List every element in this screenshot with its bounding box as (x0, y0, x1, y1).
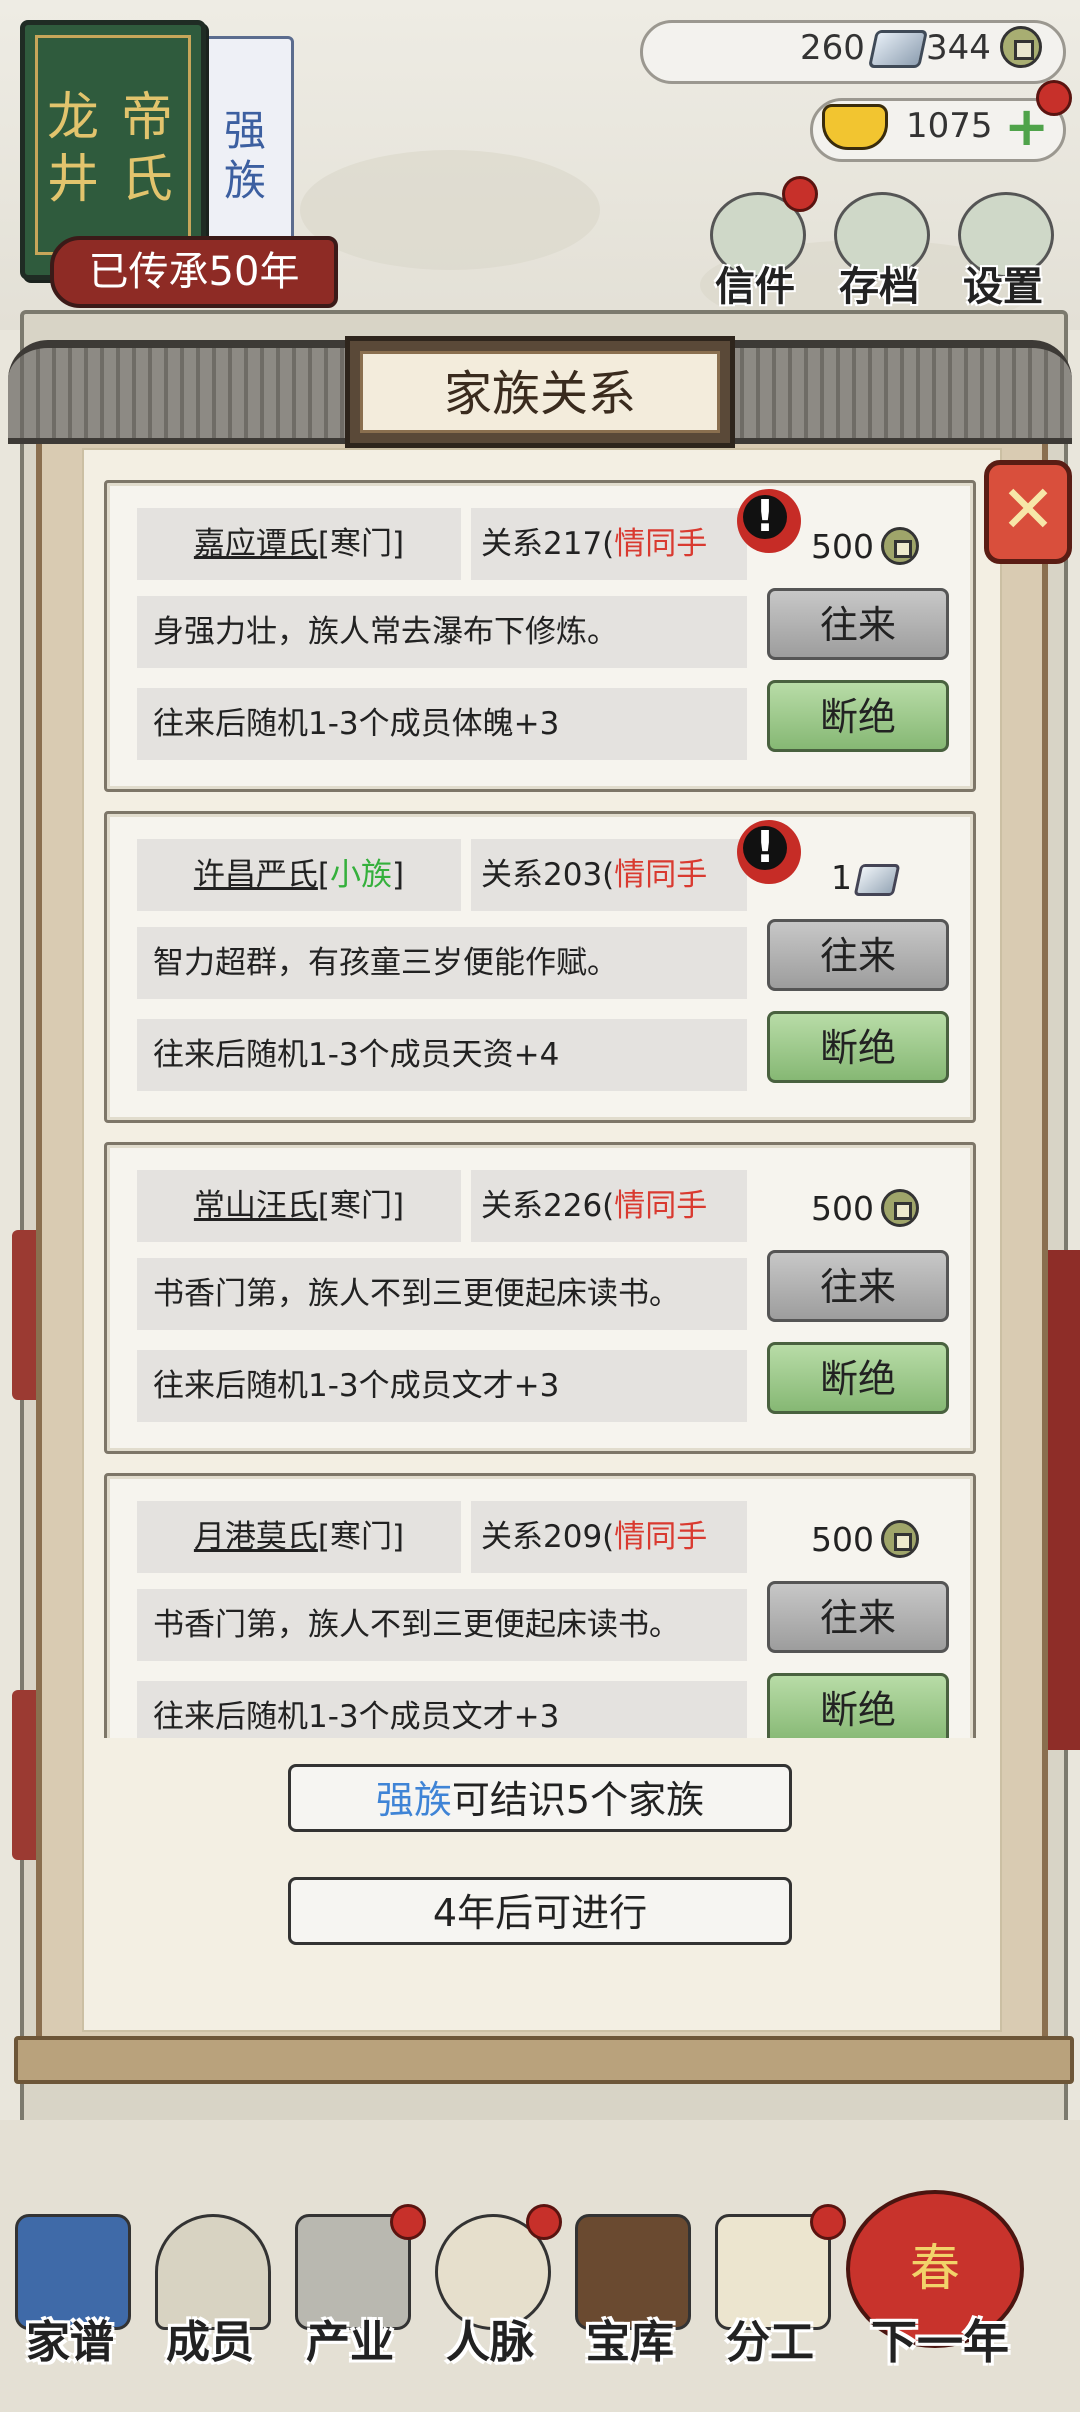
family-name-char: 龙 (46, 88, 99, 148)
nav-division[interactable]: 分工 (700, 2214, 840, 2394)
sever-button[interactable]: 断绝 (767, 1011, 949, 1083)
sever-button[interactable]: 断绝 (767, 1342, 949, 1414)
nav-network[interactable]: 人脉 (420, 2214, 560, 2394)
notification-dot (526, 2204, 562, 2240)
next-year-button[interactable]: 下一年 (840, 2306, 1040, 2372)
relation-cell: 关系209(情同手足) (471, 1501, 747, 1627)
cost-amount: 500 (811, 1520, 874, 1559)
notification-dot (810, 2204, 846, 2240)
settings-button[interactable]: 设置 (948, 192, 1058, 312)
interact-bonus: 往来后随机1-3个成员文才+3 (137, 1350, 747, 1422)
settings-label: 设置 (963, 264, 1043, 310)
coin-icon (881, 1520, 919, 1558)
letters-label: 信件 (715, 264, 795, 310)
nav-genealogy[interactable]: 家谱 (0, 2214, 140, 2394)
interact-cost: 500 (783, 1185, 933, 1235)
clan-limit-info[interactable]: 强族可结识5个家族 (288, 1764, 792, 1832)
clan-description: 书香门第，族人不到三更便起床读书。 (137, 1258, 747, 1330)
interact-bonus: 往来后随机1-3个成员天资+4 (137, 1019, 747, 1091)
silver-ingot-icon (853, 864, 901, 896)
interact-button[interactable]: 往来 (767, 1250, 949, 1322)
close-icon: ✕ (1000, 471, 1056, 548)
notification-dot (1036, 80, 1072, 116)
relation-prefix: 关系203( (481, 857, 615, 893)
nav-treasury[interactable]: 宝库 (560, 2214, 700, 2394)
clan-name-cell[interactable]: 常山汪氏[寒门] (137, 1170, 461, 1242)
nav-label: 产业 (306, 2317, 394, 2368)
clan-list[interactable]: 嘉应谭氏[寒门] 关系217(情同手足) ! 500 身强力壮，族人常去瀑布下修… (100, 470, 980, 1738)
clan-card: 常山汪氏[寒门] 关系226(情同手足) 500 书香门第，族人不到三更便起床读… (104, 1142, 976, 1454)
interact-button[interactable]: 往来 (767, 588, 949, 660)
clan-name[interactable]: 月港莫氏 (194, 1519, 318, 1555)
sever-button[interactable]: 断绝 (767, 680, 949, 752)
nav-label: 家谱 (26, 2317, 114, 2368)
dialog-base (14, 2036, 1074, 2084)
coin-amount: 344 (926, 28, 991, 68)
cloud-decoration (300, 150, 600, 270)
nav-label: 分工 (726, 2317, 814, 2368)
nav-label: 成员 (166, 2317, 254, 2368)
relation-cell: 关系217(情同手足) (471, 508, 747, 634)
interact-button[interactable]: 往来 (767, 1581, 949, 1653)
close-button[interactable]: ✕ (984, 460, 1072, 564)
silver-amount: 260 (800, 28, 865, 68)
dialog-title: 家族关系 (360, 351, 720, 433)
clan-name[interactable]: 嘉应谭氏 (194, 526, 318, 562)
notification-dot (782, 176, 818, 212)
tier-char: 族 (223, 156, 266, 205)
family-name-char: 帝 (120, 88, 173, 148)
clan-card: 月港莫氏[寒门] 关系209(情同手足) 500 书香门第，族人不到三更便起床读… (104, 1473, 976, 1738)
clan-card: 许昌严氏[小族] 关系203(情同手足) ! 1 智力超群，有孩童三岁便能作赋。… (104, 811, 976, 1123)
clan-description: 智力超群，有孩童三岁便能作赋。 (137, 927, 747, 999)
clan-rank: 寒门 (330, 1519, 392, 1555)
coin-icon (881, 1189, 919, 1227)
clan-name-cell[interactable]: 月港莫氏[寒门] (137, 1501, 461, 1573)
interact-cost: 1 (783, 854, 933, 904)
dialog-title-plate: 家族关系 (345, 336, 735, 448)
limit-text: 可结识5个家族 (451, 1778, 705, 1822)
interact-bonus: 往来后随机1-3个成员文才+3 (137, 1681, 747, 1738)
relation-prefix: 关系217( (481, 526, 615, 562)
gold-ingot-icon (822, 104, 888, 150)
nav-members[interactable]: 成员 (140, 2214, 280, 2394)
cost-amount: 500 (811, 527, 874, 566)
cooldown-button[interactable]: 4年后可进行 (288, 1877, 792, 1945)
save-label: 存档 (839, 264, 919, 310)
family-name-char: 井 (46, 150, 99, 210)
nav-industry[interactable]: 产业 (280, 2214, 420, 2394)
clan-description: 书香门第，族人不到三更便起床读书。 (137, 1589, 747, 1661)
relation-cell: 关系203(情同手足) (471, 839, 747, 965)
relation-prefix: 关系226( (481, 1188, 615, 1224)
family-name-char: 氏 (120, 150, 173, 210)
spring-char: 春 (910, 2239, 960, 2297)
nav-label: 宝库 (586, 2317, 674, 2368)
tier-highlight: 强族 (375, 1778, 452, 1822)
interact-cost: 500 (783, 523, 933, 573)
cost-amount: 1 (831, 858, 852, 897)
clan-name-cell[interactable]: 嘉应谭氏[寒门] (137, 508, 461, 580)
cost-amount: 500 (811, 1189, 874, 1228)
clan-name[interactable]: 常山汪氏 (194, 1188, 318, 1224)
clan-rank: 寒门 (330, 1188, 392, 1224)
interact-cost: 500 (783, 1516, 933, 1566)
relation-prefix: 关系209( (481, 1519, 615, 1555)
clan-description: 身强力壮，族人常去瀑布下修炼。 (137, 596, 747, 668)
clan-rank: 小族 (330, 857, 392, 893)
interact-button[interactable]: 往来 (767, 919, 949, 991)
silver-ingot-icon (867, 30, 929, 68)
sever-button[interactable]: 断绝 (767, 1673, 949, 1738)
interact-bonus: 往来后随机1-3个成员体魄+3 (137, 688, 747, 760)
family-tier-tab: 强 族 (196, 36, 294, 242)
clan-name-cell[interactable]: 许昌严氏[小族] (137, 839, 461, 911)
relation-cell: 关系226(情同手足) (471, 1170, 747, 1296)
clan-card: 嘉应谭氏[寒门] 关系217(情同手足) ! 500 身强力壮，族人常去瀑布下修… (104, 480, 976, 792)
gold-amount: 1075 (906, 106, 993, 146)
save-button[interactable]: 存档 (824, 192, 934, 312)
nav-label: 人脉 (446, 2317, 534, 2368)
clan-name[interactable]: 许昌严氏 (194, 857, 318, 893)
heritage-banner: 已传承50年 (50, 236, 338, 308)
coin-icon (1000, 26, 1042, 68)
coin-icon (881, 527, 919, 565)
clan-rank: 寒门 (330, 526, 392, 562)
